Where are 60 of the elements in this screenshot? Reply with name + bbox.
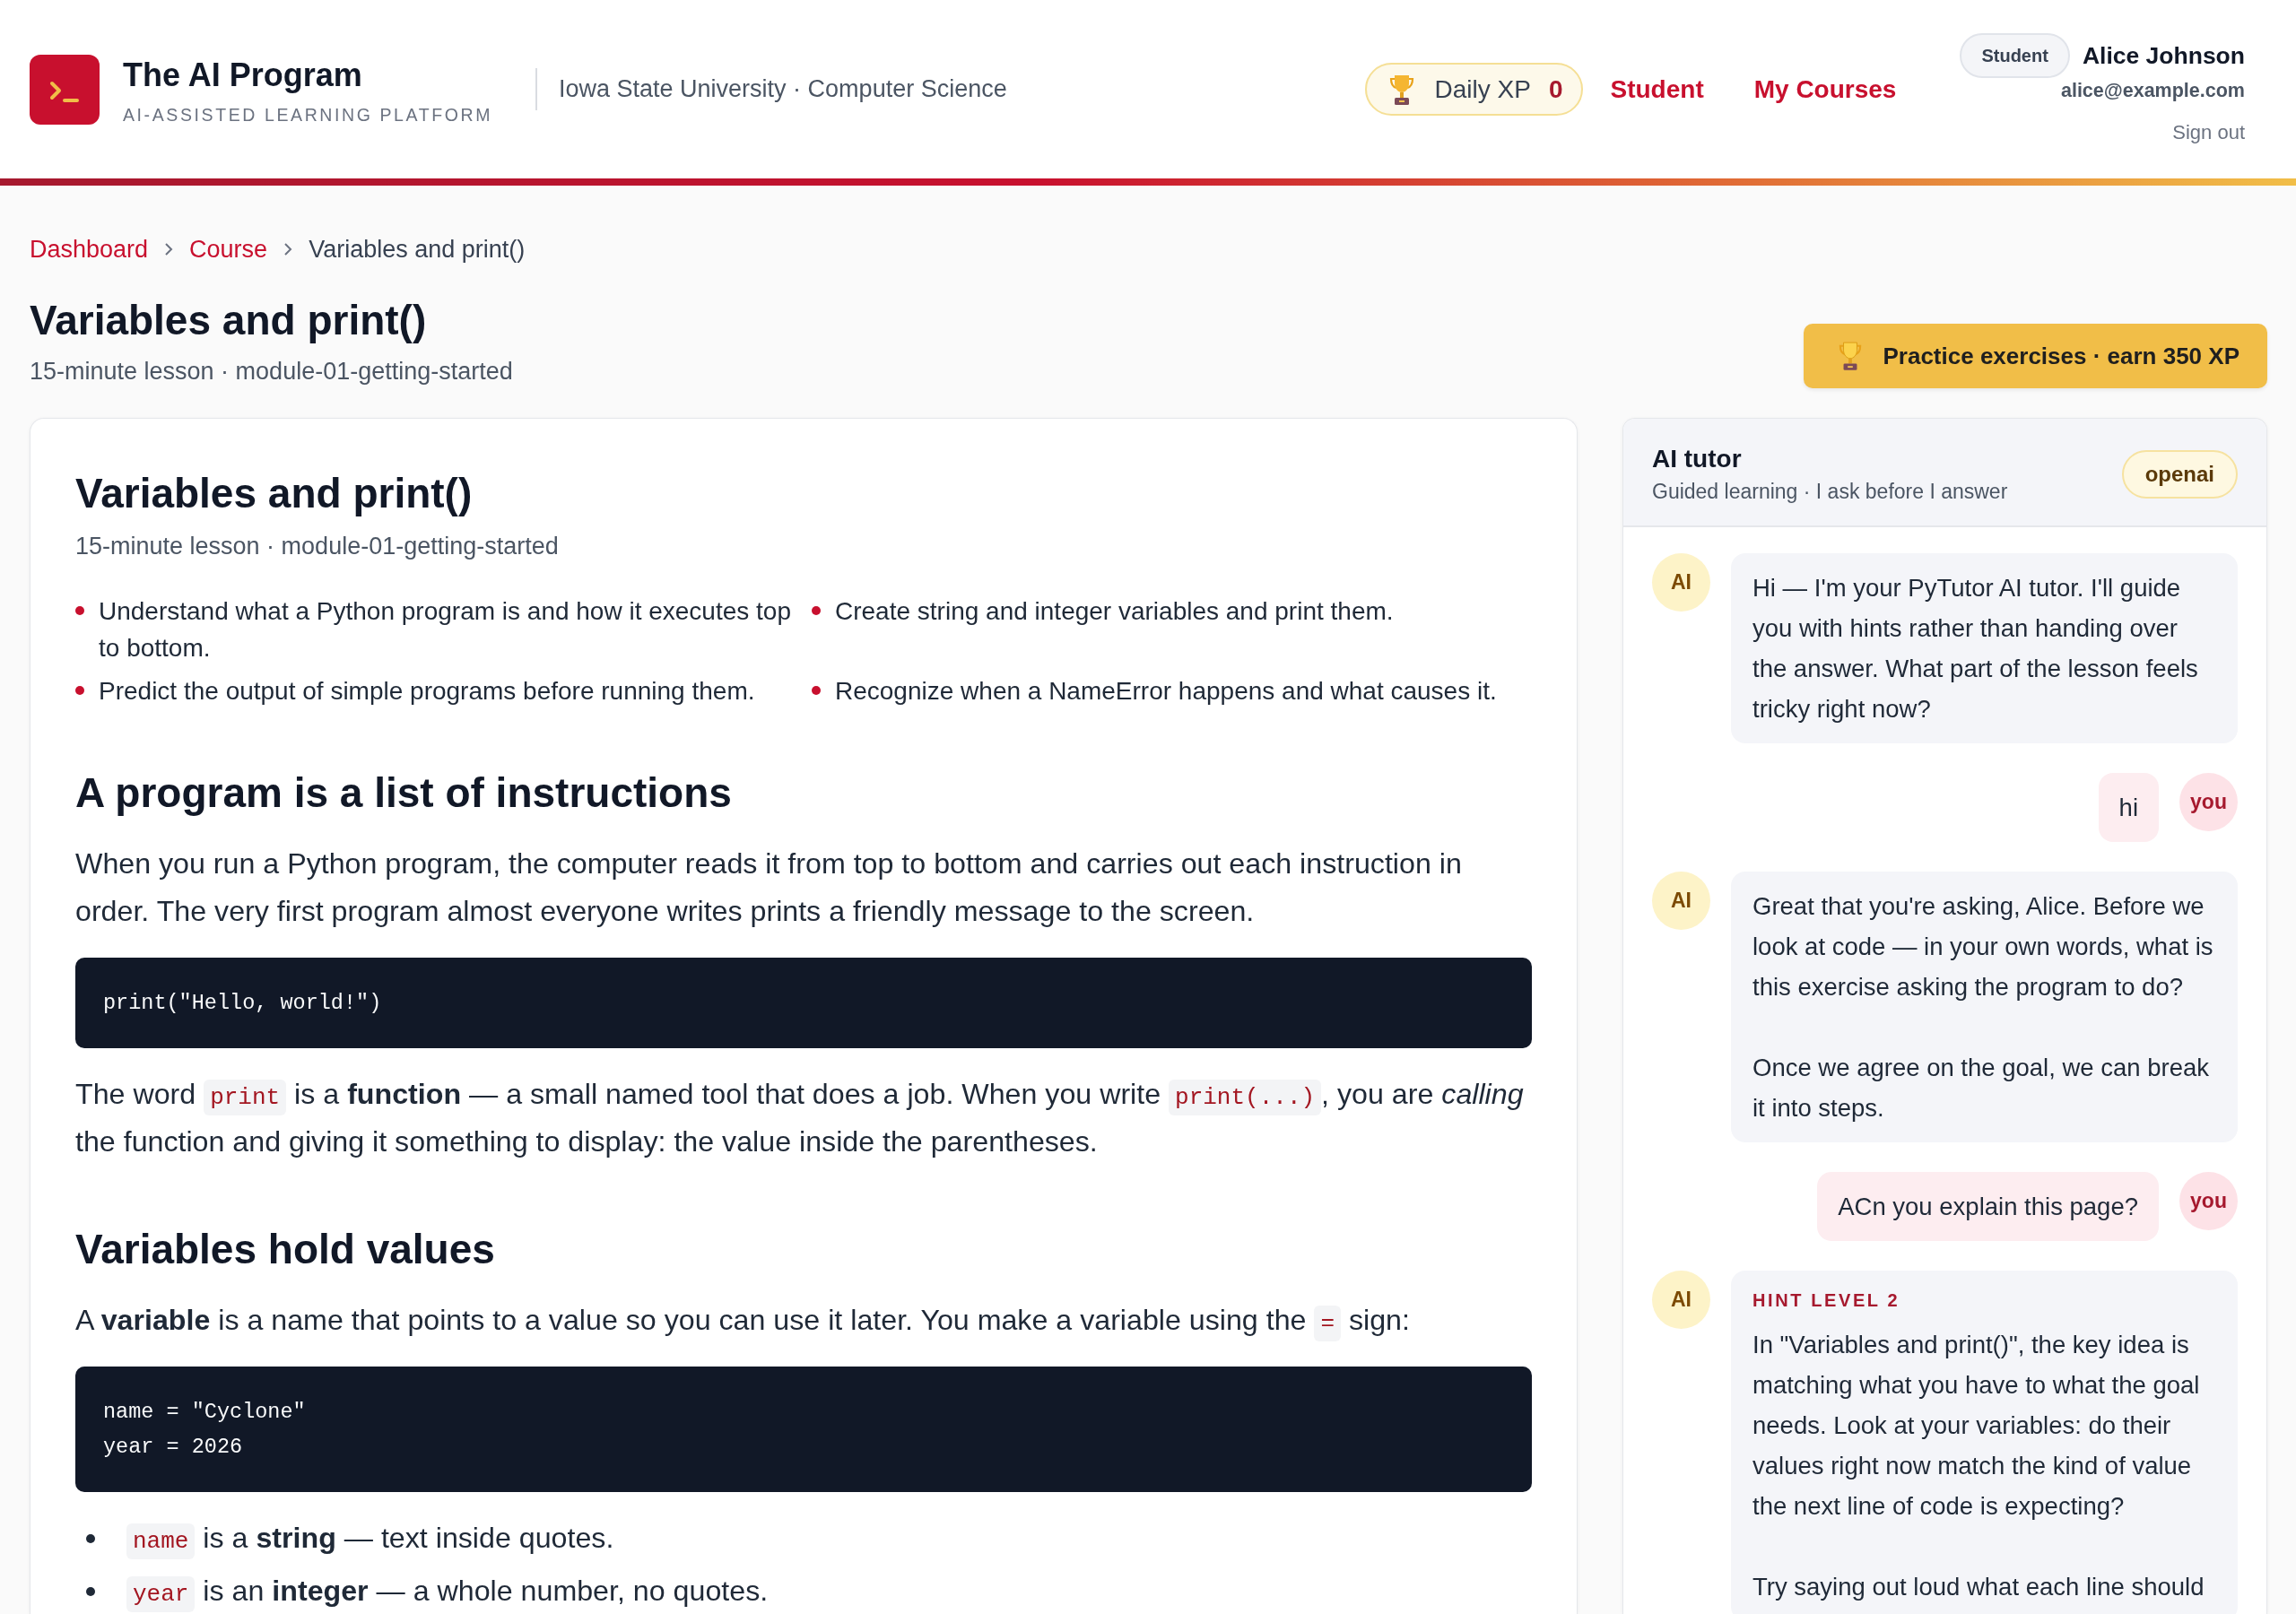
sign-out-button[interactable]: Sign out	[2172, 116, 2245, 150]
trophy-icon	[1387, 73, 1415, 106]
user-avatar: you	[2179, 1172, 2238, 1230]
list-item-text: year is an integer — a whole number, no quotes.	[126, 1567, 769, 1614]
bullet-icon	[812, 686, 821, 695]
bullet-icon	[75, 686, 84, 695]
ai-avatar: AI	[1652, 553, 1710, 612]
message-text: Try saying out loud what each line should	[1752, 1572, 2205, 1602]
bullet-icon	[86, 1587, 95, 1596]
paragraph: The word print is a function — a small named tool that does a job. When you write print(...) , you are calling the function and giving it something to display: the value inside the parentheses.	[75, 1077, 1525, 1159]
breadcrumb-link[interactable]: Course	[189, 232, 268, 266]
paragraph: When you run a Python program, the computer reads it from top to bottom and carries out each instruction in order. The very first program almost everyone writes prints a friendly message to the screen.	[75, 846, 1463, 929]
provider-badge: openai	[2121, 449, 2238, 499]
user-avatar: you	[2179, 773, 2238, 831]
ai-avatar: AI	[1652, 1271, 1710, 1329]
breadcrumb-current: Variables and print()	[309, 235, 526, 265]
lesson-title: Variables and print()	[75, 469, 474, 518]
lesson-meta: 15-minute lesson · module-01-getting-started	[75, 532, 560, 561]
ai-avatar: AI	[1652, 872, 1710, 930]
message-text: Great that you're asking, Alice. Before we look at code — in your own words, what is this exercise asking the program to do?	[1752, 891, 2214, 1002]
bullet-icon	[812, 606, 821, 615]
institution-text: Iowa State University · Computer Science	[559, 75, 1007, 103]
code-line: year = 2026	[103, 1434, 244, 1461]
objective-text: Understand what a Python program is and how it executes top to bottom.	[99, 596, 792, 664]
brand-tagline: AI-ASSISTED LEARNING PLATFORM	[123, 103, 492, 126]
message-text: hi	[2118, 793, 2138, 823]
nav-link[interactable]: My Courses	[1728, 67, 1922, 111]
message-text: Hi — I'm your PyTutor AI tutor. I'll guide you with hints rather than handing over the answer. What part of the lesson feels tricky right now?	[1752, 573, 2199, 725]
page-title: Variables and print()	[30, 296, 428, 345]
trophy-icon	[1838, 341, 1864, 371]
page-meta: 15-minute lesson · module-01-getting-started	[30, 357, 513, 386]
chevron-right-icon	[283, 242, 293, 256]
xp-label: Daily XP	[1434, 74, 1531, 104]
code-line: name = "Cyclone"	[103, 1399, 307, 1426]
section-heading: Variables hold values	[75, 1225, 496, 1274]
brand-title: The AI Program	[123, 55, 363, 95]
message-text: ACn you explain this page?	[1838, 1192, 2138, 1222]
bullet-icon	[86, 1534, 95, 1543]
objective-text: Predict the output of simple programs before running them.	[99, 676, 755, 707]
role-badge: Student	[1960, 33, 2070, 78]
breadcrumb-link[interactable]: Dashboard	[30, 232, 149, 266]
chevron-right-icon	[164, 242, 174, 256]
message-text: Once we agree on the goal, we can break it into steps.	[1752, 1053, 2211, 1124]
tutor-title: AI tutor	[1652, 443, 1743, 474]
xp-value: 0	[1548, 74, 1563, 104]
nav-link[interactable]: Student	[1585, 67, 1729, 111]
paragraph: A variable is a name that points to a value so you can use it later. You make a variable using the = sign:	[75, 1297, 1532, 1344]
practice-button[interactable]: Practice exercises · earn 350 XP	[1804, 324, 2267, 388]
objective-text: Create string and integer variables and print them.	[835, 596, 1394, 627]
code-line: print("Hello, world!")	[103, 990, 383, 1017]
tutor-subtitle: Guided learning · I ask before I answer	[1652, 478, 2008, 505]
message-text: In "Variables and print()", the key idea is matching what you have to what the goal needs. Look at your variables: do their values right now match the kind of value the next line of code is expecting?	[1752, 1330, 2201, 1522]
hint-label: HINT LEVEL 2	[1752, 1289, 1901, 1312]
user-name: Alice Johnson	[2082, 41, 2245, 70]
user-email: alice@example.com	[2060, 79, 2245, 103]
section-heading: A program is a list of instructions	[75, 768, 733, 818]
bullet-icon	[75, 606, 84, 615]
list-item-text: name is a string — text inside quotes.	[126, 1514, 614, 1562]
terminal-icon	[30, 54, 100, 125]
objective-text: Recognize when a NameError happens and what causes it.	[835, 676, 1497, 707]
